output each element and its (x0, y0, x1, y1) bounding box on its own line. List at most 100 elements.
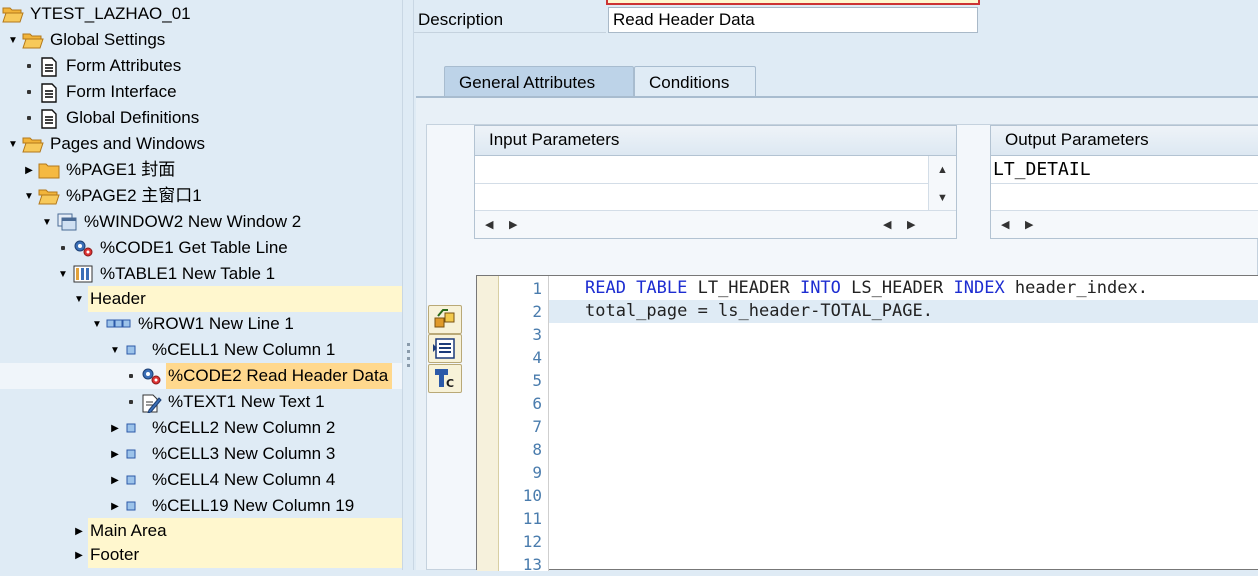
code-keyword: READ TABLE (585, 278, 688, 298)
line-number: 12 (522, 532, 542, 551)
tree-node-label[interactable]: %WINDOW2 New Window 2 (82, 209, 305, 235)
tree-node[interactable]: ▼ %TABLE1 New Table 1 (0, 261, 402, 287)
collapse-node-icon[interactable]: ▼ (90, 311, 104, 337)
tree-node[interactable]: ▼ %WINDOW2 New Window 2 (0, 209, 402, 235)
scroll-down-icon[interactable]: ▼ (929, 184, 956, 212)
tree-node[interactable]: Global Definitions (0, 105, 402, 131)
expand-node-icon[interactable]: ▶ (108, 415, 122, 441)
tree-node[interactable]: ▶ %CELL4 New Column 4 (0, 467, 402, 493)
tab-general-attributes[interactable]: General Attributes (444, 66, 634, 98)
tree-node[interactable]: ▶ Footer (0, 542, 402, 568)
leaf-bullet-icon (27, 64, 31, 68)
line-number: 10 (522, 486, 542, 505)
tree-node-label[interactable]: %CELL1 New Column 1 (150, 337, 339, 363)
code-editor[interactable]: 1 2 3 4 5 6 7 8 9 10 11 12 13 READ TABLE LT_HEADER I… (476, 275, 1258, 574)
tree-node[interactable]: ▼ Global Settings (0, 27, 402, 53)
cell-icon (124, 471, 146, 489)
tree-node-label[interactable]: %TABLE1 New Table 1 (98, 261, 279, 287)
tree-node[interactable]: %CODE2 Read Header Data (0, 363, 402, 389)
collapse-node-icon[interactable]: ▼ (6, 131, 20, 157)
input-parameter-row[interactable] (475, 184, 928, 212)
description-field[interactable]: Read Header Data (608, 7, 978, 33)
tree-node-label[interactable]: YTEST_LAZHAO_01 (28, 1, 195, 27)
tree-node[interactable]: %TEXT1 New Text 1 (0, 389, 402, 415)
tree-node[interactable]: ▼ Pages and Windows (0, 131, 402, 157)
scroll-right-icon[interactable]: ▶ (1025, 218, 1033, 231)
scroll-right-icon[interactable]: ▶ (907, 218, 915, 231)
tree-node-label[interactable]: %CODE2 Read Header Data (166, 363, 393, 389)
tree-node-label[interactable]: %CELL3 New Column 3 (150, 441, 339, 467)
insert-statement-button[interactable] (428, 305, 462, 334)
pattern-button[interactable] (428, 334, 462, 363)
expand-node-icon[interactable]: ▶ (22, 157, 36, 183)
tree-node-label[interactable]: Footer (88, 542, 402, 568)
tree-node[interactable]: ▶ %CELL19 New Column 19 (0, 493, 402, 519)
tree-node-label[interactable]: %CELL4 New Column 4 (150, 467, 339, 493)
tree-node[interactable]: YTEST_LAZHAO_01 (0, 1, 402, 27)
scroll-up-icon[interactable]: ▲ (929, 156, 956, 184)
tree-node[interactable]: Form Interface (0, 79, 402, 105)
tree-node[interactable]: ▼ %PAGE2 主窗口1 (0, 183, 402, 209)
tree-node-label[interactable]: %ROW1 New Line 1 (136, 311, 298, 337)
collapse-node-icon[interactable]: ▼ (6, 27, 20, 53)
line-number: 13 (522, 555, 542, 574)
tree-node-label[interactable]: Form Attributes (64, 53, 185, 79)
tree-node-label[interactable]: Global Definitions (64, 105, 203, 131)
tree-node[interactable]: ▼ %CELL1 New Column 1 (0, 337, 402, 363)
splitter-grip[interactable] (407, 343, 410, 371)
scroll-left-icon[interactable]: ◀ (485, 218, 493, 231)
tree-node[interactable]: ▶ Main Area (0, 518, 402, 544)
scroll-right-icon[interactable]: ▶ (509, 218, 517, 231)
output-parameter-row[interactable]: LT_DETAIL (991, 156, 1258, 184)
tree-node[interactable]: ▼ %ROW1 New Line 1 (0, 311, 402, 337)
input-parameters-table: Input Parameters ▲ ▼ ◀ ▶ ◀ ▶ (474, 125, 957, 239)
tree-node-label[interactable]: Main Area (88, 518, 402, 544)
tree-node[interactable]: Form Attributes (0, 53, 402, 79)
collapse-node-icon[interactable]: ▼ (40, 209, 54, 235)
collapse-node-icon[interactable]: ▼ (22, 183, 36, 209)
collapse-node-icon[interactable]: ▼ (108, 337, 122, 363)
tab-conditions[interactable]: Conditions (634, 66, 756, 98)
tree-node-label[interactable]: Form Interface (64, 79, 181, 105)
tree-node-label[interactable]: %CELL19 New Column 19 (150, 493, 358, 519)
expand-node-icon[interactable]: ▶ (72, 518, 86, 544)
tree-node-label[interactable]: Header (88, 286, 402, 312)
code-text: LT_HEADER (687, 278, 800, 298)
output-parameter-row[interactable] (991, 184, 1258, 212)
tree-node-label[interactable]: Global Settings (48, 27, 169, 53)
tree-node-label[interactable]: %PAGE2 主窗口1 (64, 183, 206, 209)
tree-node[interactable]: ▶ %CELL3 New Column 3 (0, 441, 402, 467)
scroll-left-icon[interactable]: ◀ (883, 218, 891, 231)
collapse-node-icon[interactable]: ▼ (72, 286, 86, 312)
expand-node-icon[interactable]: ▶ (108, 441, 122, 467)
tree-node[interactable]: ▼ Header (0, 286, 402, 312)
tree-node-label[interactable]: Pages and Windows (48, 131, 209, 157)
tree-node-label[interactable]: %CELL2 New Column 2 (150, 415, 339, 441)
output-parameters-table: Output Parameters LT_DETAIL ◀ ▶ (990, 125, 1258, 239)
code-line[interactable]: READ TABLE LT_HEADER INTO LS_HEADER INDE… (549, 277, 1258, 300)
output-horizontal-scrollbar[interactable]: ◀ ▶ (991, 210, 1258, 238)
expand-node-icon[interactable]: ▶ (72, 542, 86, 568)
expand-node-icon[interactable]: ▶ (108, 493, 122, 519)
tree-node[interactable]: ▶ %CELL2 New Column 2 (0, 415, 402, 441)
form-tree-panel: YTEST_LAZHAO_01 ▼ Global Settings Form Attr… (0, 0, 402, 570)
tree-node-label[interactable]: %CODE1 Get Table Line (98, 235, 292, 261)
input-horizontal-scrollbar[interactable]: ◀ ▶ ◀ ▶ (475, 210, 956, 238)
leaf-bullet-icon (129, 374, 133, 378)
leaf-bullet-icon (61, 246, 65, 250)
tree-node[interactable]: %CODE1 Get Table Line (0, 235, 402, 261)
tree-node[interactable]: ▶ %PAGE1 封面 (0, 157, 402, 183)
input-parameter-row[interactable] (475, 156, 928, 184)
tree-node-label[interactable]: %TEXT1 New Text 1 (166, 389, 329, 415)
input-vertical-scrollbar[interactable]: ▲ ▼ (928, 156, 956, 212)
scroll-left-icon[interactable]: ◀ (1001, 218, 1009, 231)
tree-node-label[interactable]: %PAGE1 封面 (64, 157, 179, 183)
tab-divider (416, 96, 1258, 98)
output-parameters-header: Output Parameters (991, 126, 1258, 156)
line-number: 5 (532, 371, 542, 390)
expand-node-icon[interactable]: ▶ (108, 467, 122, 493)
code-line[interactable]: total_page = ls_header-TOTAL_PAGE. (549, 300, 1258, 323)
panel-splitter[interactable] (402, 0, 414, 570)
check-program-button[interactable]: C (428, 364, 462, 393)
collapse-node-icon[interactable]: ▼ (56, 261, 70, 287)
